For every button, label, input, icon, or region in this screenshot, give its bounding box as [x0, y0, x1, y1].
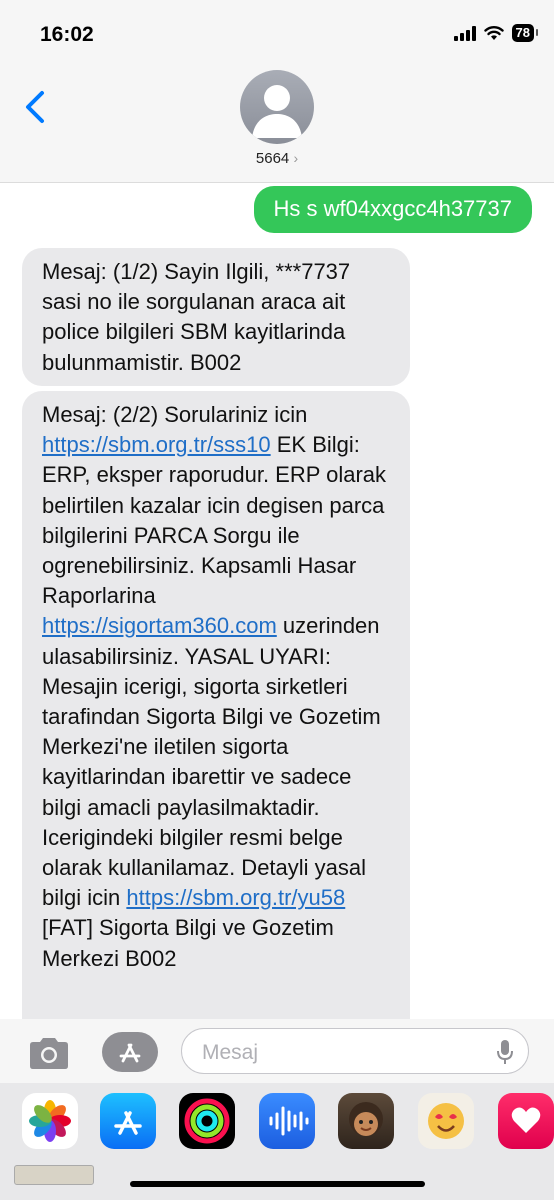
status-icons: 78 — [453, 24, 539, 42]
camera-icon[interactable] — [26, 1035, 72, 1071]
sigortam360-link[interactable]: https://sigortam360.com — [42, 613, 277, 638]
fitness-icon — [184, 1098, 230, 1144]
message-input[interactable]: Mesaj — [181, 1028, 529, 1074]
conversation-header: 16:02 78 5664 › — [0, 0, 554, 183]
contact-avatar[interactable] — [240, 70, 314, 144]
person-icon — [252, 85, 302, 138]
chevron-left-icon[interactable] — [20, 88, 50, 126]
app-store-icon — [119, 1043, 141, 1063]
digital-touch-icon — [511, 1107, 541, 1133]
message-input-placeholder: Mesaj — [202, 1041, 259, 1064]
wifi-icon — [483, 26, 504, 40]
message-text: EK Bilgi: ERP, eksper raporudur. ERP ola… — [42, 432, 387, 609]
sbm-yu58-link[interactable]: https://sbm.org.tr/yu58 — [126, 885, 345, 910]
memoji-icon — [349, 1102, 383, 1136]
memoji-stickers-icon — [428, 1103, 464, 1139]
compose-bar: Mesaj — [0, 1019, 554, 1083]
incoming-message-1[interactable]: Mesaj: (1/2) Sayin Ilgili, ***7737 sasi … — [22, 248, 410, 386]
status-time: 16:02 — [40, 23, 94, 46]
message-text: [FAT] Sigorta Bilgi ve Gozetim Merkezi B… — [42, 915, 334, 971]
fitness-app[interactable] — [179, 1093, 235, 1149]
contact-name: 5664 — [255, 150, 290, 167]
incoming-message-2[interactable]: Mesaj: (2/2) Sorulariniz icin https://sb… — [22, 391, 410, 1051]
watermark-logo — [14, 1165, 94, 1185]
sbm-sss-link[interactable]: https://sbm.org.tr/sss10 — [42, 432, 271, 457]
audio-message-icon — [269, 1106, 309, 1136]
home-indicator[interactable] — [130, 1181, 425, 1187]
message-text: Mesaj: (2/2) Sorulariniz icin — [42, 402, 308, 427]
app-store-button[interactable] — [102, 1032, 158, 1072]
memoji-app[interactable] — [338, 1093, 394, 1149]
outgoing-message[interactable]: Hs s wf04xxgcc4h37737 — [253, 186, 532, 233]
battery-icon: 78 — [511, 24, 539, 42]
audio-message-app[interactable] — [259, 1093, 315, 1149]
photos-icon — [29, 1100, 71, 1142]
app-store-app[interactable] — [100, 1093, 156, 1149]
digital-touch-app[interactable] — [498, 1093, 554, 1149]
app-store-icon — [114, 1111, 142, 1135]
microphone-icon[interactable] — [496, 1039, 514, 1065]
message-text: uzerinden ulasabilirsiniz. YASAL UYARI: … — [42, 613, 381, 911]
contact-name-button[interactable]: 5664 › — [0, 150, 554, 167]
chevron-right-icon: › — [293, 150, 299, 166]
memoji-stickers-app[interactable] — [418, 1093, 474, 1149]
photos-app[interactable] — [22, 1093, 78, 1149]
signal-icon — [453, 25, 476, 41]
